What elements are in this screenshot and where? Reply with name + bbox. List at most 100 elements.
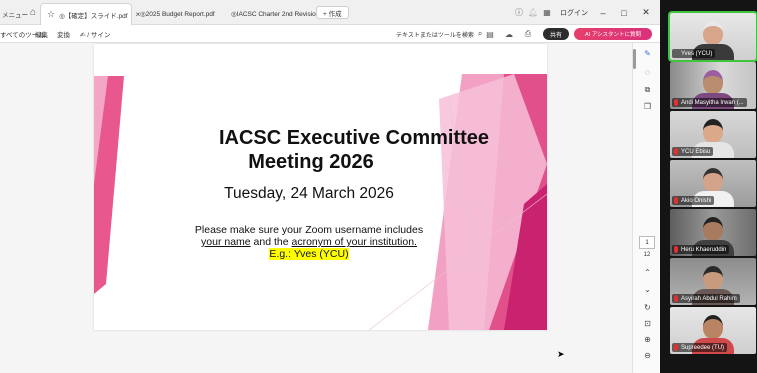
participant-name-text: Akio Onishi xyxy=(681,197,712,204)
participant-name-text: Andi Masyitha Irwan (... xyxy=(681,99,744,106)
tab-slide-pdf[interactable]: ☆ ◎【確定】スライド.pdf × xyxy=(40,3,140,25)
participant-name: Akio Onishi xyxy=(672,196,715,205)
participant-video xyxy=(703,21,723,45)
note-your-name: your name xyxy=(201,236,251,248)
sign-label: ✍ / サイン xyxy=(80,32,111,39)
mouse-cursor-icon: ➤ xyxy=(557,349,565,359)
slide-page: IACSC Executive Committee Meeting 2026 T… xyxy=(94,44,547,330)
tab-label: ◎【確定】スライド.pdf xyxy=(59,12,128,20)
participant-tile[interactable]: Yves (YCU) xyxy=(668,11,757,62)
maximize-button[interactable]: □ xyxy=(614,0,634,25)
search-icon: ⌕ xyxy=(477,29,483,38)
home-icon[interactable]: ⌂ xyxy=(26,5,40,19)
tab-label: ◎IACSC Charter 2nd Revisio... xyxy=(231,11,322,18)
page-number-input[interactable]: 1 xyxy=(639,236,655,249)
participant-name: Supreedee (TU) xyxy=(672,343,728,352)
notification-icon[interactable]: 🔔︎ xyxy=(526,5,540,19)
page-down-icon[interactable]: ⌄ xyxy=(642,284,653,295)
participant-name-text: YCU Ebisu xyxy=(681,148,711,155)
zoom-out-icon[interactable]: ⊖ xyxy=(642,350,653,361)
login-button[interactable]: ログイン xyxy=(560,0,588,25)
tab-label: メニュー xyxy=(2,12,28,19)
pdf-viewer-window: メニュー ⌂ ☆ ◎【確定】スライド.pdf × ◎2025 Budget Re… xyxy=(0,0,660,373)
video-gallery: Yves (YCU) Andi Masyitha Irwan (... YCU … xyxy=(660,0,757,373)
slide-note-line1: Please make sure your Zoom username incl… xyxy=(194,224,424,236)
slide-note-line3: E.g.: Yves (YCU) xyxy=(149,248,469,260)
muted-mic-icon xyxy=(674,246,678,253)
participant-name: Andi Masyitha Irwan (... xyxy=(672,98,747,107)
comment-icon[interactable]: ◌ xyxy=(642,67,653,78)
close-window-button[interactable]: ✕ xyxy=(636,0,656,25)
login-label: ログイン xyxy=(560,9,588,17)
muted-mic-icon xyxy=(674,99,678,106)
page-up-icon[interactable]: ⌃ xyxy=(642,267,653,278)
right-tool-rail: ✎ ◌ ⧉ ❐ 1 12 ⌃ ⌄ ↻ ⊡ ⊕ ⊖ xyxy=(632,43,660,373)
document-workspace[interactable]: IACSC Executive Committee Meeting 2026 T… xyxy=(0,43,632,373)
participant-video xyxy=(703,315,723,339)
participant-tile[interactable]: Heru Khaeruddin xyxy=(670,209,756,256)
participant-video xyxy=(703,168,723,192)
current-page: 1 xyxy=(645,239,649,246)
edit-panel-icon[interactable]: ✎ xyxy=(642,48,653,59)
participant-tile[interactable]: YCU Ebisu xyxy=(670,111,756,158)
upload-cloud-icon[interactable]: ☁ xyxy=(502,27,516,41)
ai-assistant-button[interactable]: AI アシスタントに質問 xyxy=(574,28,652,40)
star-icon[interactable]: ☆ xyxy=(47,9,55,20)
title-bar: メニュー ⌂ ☆ ◎【確定】スライド.pdf × ◎2025 Budget Re… xyxy=(0,0,660,25)
participant-name: Heru Khaeruddin xyxy=(672,245,730,254)
minimize-button[interactable]: – xyxy=(593,0,613,25)
participant-video xyxy=(703,119,723,143)
maximize-icon: □ xyxy=(621,7,627,18)
participant-name-text: Supreedee (TU) xyxy=(681,344,725,351)
new-tab-button[interactable]: + 作成 xyxy=(316,6,349,19)
muted-mic-icon xyxy=(674,197,678,204)
print-icon[interactable]: ⎙ xyxy=(521,27,535,41)
fit-page-icon[interactable]: ⊡ xyxy=(642,318,653,329)
apps-icon[interactable]: ▦ xyxy=(540,5,554,19)
participant-tile[interactable]: Asyirah Abdul Rahim xyxy=(670,258,756,305)
participant-name: Yves (YCU) xyxy=(672,49,716,58)
edit-label: 編集 xyxy=(35,32,48,39)
tab-label: ◎2025 Budget Report.pdf xyxy=(140,11,215,18)
zoom-in-icon[interactable]: ⊕ xyxy=(642,334,653,345)
close-icon: ✕ xyxy=(642,7,650,17)
participant-name-text: Heru Khaeruddin xyxy=(681,246,727,253)
muted-mic-icon xyxy=(674,148,678,155)
new-tab-label: + 作成 xyxy=(323,10,342,18)
participant-video xyxy=(703,217,723,241)
scrollbar-thumb[interactable] xyxy=(633,49,636,69)
ai-assistant-label: AI アシスタントに質問 xyxy=(584,32,641,38)
tab-iacsc-charter[interactable]: ◎IACSC Charter 2nd Revisio... xyxy=(225,3,327,25)
participant-name-text: Asyirah Abdul Rahim xyxy=(681,295,737,302)
participant-tile[interactable]: Andi Masyitha Irwan (... xyxy=(670,62,756,109)
toolbar: すべてのツール 編集 変換 ✍ / サイン テキストまたはツールを検索 ⌕ ▤ … xyxy=(0,25,660,43)
screen: メニュー ⌂ ☆ ◎【確定】スライド.pdf × ◎2025 Budget Re… xyxy=(0,0,757,373)
note-acronym: acronym of your institution. xyxy=(291,236,417,248)
document-icon[interactable]: ▤ xyxy=(483,27,497,41)
participant-video xyxy=(703,266,723,290)
share-button[interactable]: 共有 xyxy=(543,28,569,40)
slide-note-line2: your name and the acronym of your instit… xyxy=(149,236,469,248)
participant-tile[interactable]: Supreedee (TU) xyxy=(670,307,756,354)
tab-budget-report[interactable]: ◎2025 Budget Report.pdf xyxy=(134,3,221,25)
share-label: 共有 xyxy=(549,32,562,39)
convert-button[interactable]: 変換 xyxy=(57,25,70,43)
rotate-icon[interactable]: ↻ xyxy=(642,302,653,313)
slide-title-line1: IACSC Executive Committee xyxy=(218,127,490,149)
page-total: 12 xyxy=(643,252,651,258)
muted-mic-icon xyxy=(674,295,678,302)
search-placeholder: テキストまたはツールを検索 xyxy=(396,32,474,39)
sign-button[interactable]: ✍ / サイン xyxy=(80,25,110,43)
participant-name: YCU Ebisu xyxy=(672,147,714,156)
note-example: E.g.: Yves (YCU) xyxy=(269,248,349,260)
help-icon[interactable]: ⓘ xyxy=(512,5,526,19)
edit-button[interactable]: 編集 xyxy=(35,25,48,43)
participant-tile[interactable]: Akio Onishi xyxy=(670,160,756,207)
convert-label: 変換 xyxy=(57,32,70,39)
muted-mic-icon xyxy=(674,344,678,351)
pages-icon[interactable]: ❐ xyxy=(642,101,653,112)
slide-date: Tuesday, 24 March 2026 xyxy=(224,185,394,202)
bookmark-icon[interactable]: ⧉ xyxy=(642,84,653,95)
slide-title-line2: Meeting 2026 xyxy=(248,151,374,173)
search-tools-field[interactable]: テキストまたはツールを検索 ⌕ xyxy=(396,25,482,43)
